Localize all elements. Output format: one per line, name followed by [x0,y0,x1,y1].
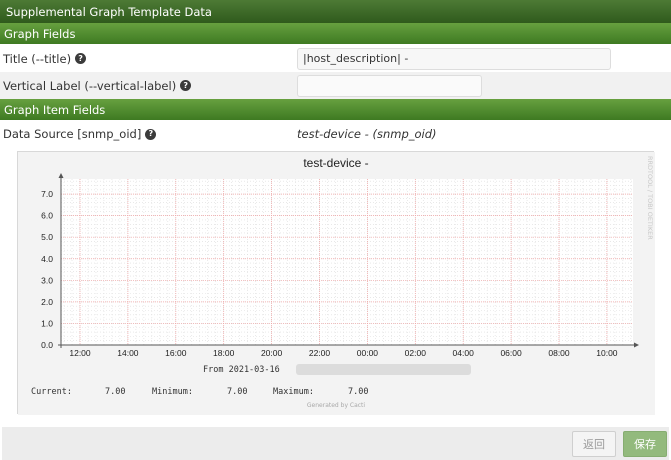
generated-by-text: Generated by Cacti [307,402,366,409]
save-button[interactable]: 保存 [623,431,667,457]
x-tick-label: 06:00 [500,348,522,358]
x-tick-label: 18:00 [213,348,235,358]
x-tick-label: 12:00 [69,348,91,358]
rrdtool-watermark: RRDTOOL / TOBI OETIKER [646,156,654,240]
data-source-value: test-device - (snmp_oid) [297,127,437,141]
field-label-cell: Vertical Label (--vertical-label) ? [0,79,297,93]
section-header-graph-fields: Graph Fields [0,23,671,44]
section-title: Graph Fields [4,27,76,41]
section-header-graph-item-fields: Graph Item Fields [0,99,671,120]
y-tick-label: 7.0 [41,189,53,199]
y-tick-label: 0.0 [41,340,53,350]
y-tick-label: 6.0 [41,211,53,221]
x-tick-label: 14:00 [117,348,139,358]
x-tick-label: 08:00 [548,348,570,358]
current-value: 7.00 [105,387,125,397]
field-label-cell: Title (--title) ? [0,52,297,66]
x-tick-label: 22:00 [309,348,331,358]
vertical-label-field-label: Vertical Label (--vertical-label) [3,78,177,93]
vertical-label-input[interactable] [297,74,482,97]
x-tick-label: 04:00 [453,348,475,358]
field-row-title: Title (--title) ? [0,45,671,72]
section-title: Graph Item Fields [4,103,106,117]
page-title: Supplemental Graph Template Data [6,5,212,19]
y-tick-label: 3.0 [41,275,53,285]
y-tick-label: 2.0 [41,297,53,307]
question-help-icon[interactable]: ? [180,80,192,91]
minimum-value: 7.00 [227,387,247,397]
y-tick-label: 4.0 [41,254,53,264]
y-tick-label: 1.0 [41,318,53,328]
field-row-data-source: Data Source [snmp_oid] ? test-device - (… [0,122,671,146]
field-label-cell: Data Source [snmp_oid] ? [0,127,297,141]
graph-chart: test-device - RRDTOOL / TOBI OETIKER 0.0… [18,152,655,415]
minimum-label: Minimum: [152,387,193,397]
x-tick-label: 02:00 [405,348,427,358]
question-help-icon[interactable]: ? [145,128,157,140]
data-source-field-label: Data Source [snmp_oid] [3,127,142,141]
page-title-bar: Supplemental Graph Template Data [0,0,671,23]
x-tick-label: 16:00 [165,348,187,358]
title-input[interactable] [297,47,611,70]
return-button[interactable]: 返回 [572,431,616,457]
x-tick-label: 20:00 [261,348,283,358]
plot-area [61,179,633,345]
x-tick-label: 10:00 [596,348,618,358]
graph-preview: test-device - RRDTOOL / TOBI OETIKER 0.0… [17,151,655,415]
field-row-vertical-label: Vertical Label (--vertical-label) ? [0,72,671,99]
form-footer [2,427,669,460]
x-tick-label: 00:00 [357,348,379,358]
y-tick-label: 5.0 [41,232,53,242]
maximum-value: 7.00 [348,387,368,397]
redacted-date-range [296,364,471,375]
chart-title: test-device - [303,156,368,170]
question-help-icon[interactable]: ? [75,53,87,64]
from-date-text: From 2021-03-16 [203,365,280,375]
current-label: Current: [31,387,72,397]
maximum-label: Maximum: [273,387,314,397]
title-field-label: Title (--title) [3,51,72,66]
